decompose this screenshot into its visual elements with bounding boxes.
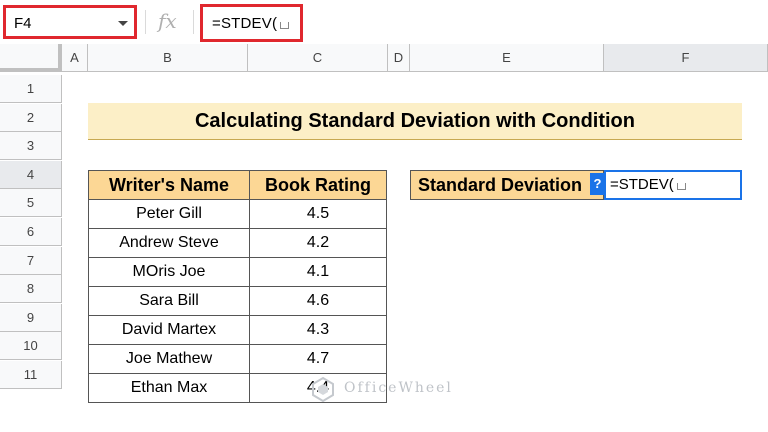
book-rating-cell[interactable]: 4.1 [249, 257, 387, 287]
column-header-f[interactable]: F [604, 44, 768, 72]
writer-name-cell[interactable]: Peter Gill [88, 199, 250, 229]
book-rating-cell[interactable]: 4.2 [249, 228, 387, 258]
active-cell-f4[interactable]: =STDEV( [604, 170, 742, 200]
formula-text: =STDEV( [212, 15, 278, 32]
table-header-row: Writer's Name Book Rating [88, 170, 387, 200]
writer-name-cell[interactable]: Andrew Steve [88, 228, 250, 258]
book-rating-cell[interactable]: 4.5 [249, 199, 387, 229]
writer-name-cell[interactable]: Sara Bill [88, 286, 250, 316]
column-header-a[interactable]: A [62, 44, 88, 72]
data-table: Writer's Name Book Rating Peter Gill 4.5 A… [88, 170, 387, 403]
table-row: Peter Gill 4.5 [88, 199, 387, 229]
row-header-10[interactable]: 10 [0, 332, 62, 361]
table-row: David Martex 4.3 [88, 315, 387, 345]
column-header-e[interactable]: E [410, 44, 604, 72]
fx-icon: fx [158, 9, 177, 33]
table-row: MOris Joe 4.1 [88, 257, 387, 287]
book-rating-cell[interactable]: 4.7 [249, 344, 387, 374]
chevron-down-icon[interactable] [118, 21, 128, 26]
row-header-9[interactable]: 9 [0, 303, 62, 332]
row-header-8[interactable]: 8 [0, 275, 62, 304]
writer-name-cell[interactable]: Joe Mathew [88, 344, 250, 374]
table-row: Andrew Steve 4.2 [88, 228, 387, 258]
name-box[interactable]: F4 [3, 5, 137, 39]
sheet-title: Calculating Standard Deviation with Cond… [88, 103, 742, 140]
row-header-7[interactable]: 7 [0, 246, 62, 275]
formula-input[interactable]: =STDEV( [200, 4, 303, 42]
header-book-rating[interactable]: Book Rating [249, 170, 387, 200]
book-rating-cell[interactable]: 4.6 [249, 286, 387, 316]
text-cursor-icon [280, 22, 290, 29]
header-writers-name[interactable]: Writer's Name [88, 170, 250, 200]
text-cursor-icon [676, 183, 686, 190]
column-header-b[interactable]: B [88, 44, 248, 72]
table-row: Ethan Max4.4 [88, 373, 387, 403]
table-row: Joe Mathew 4.7 [88, 344, 387, 374]
row-header-11[interactable]: 11 [0, 361, 62, 389]
watermark-text: OfficeWheel [344, 380, 453, 396]
divider [145, 10, 146, 34]
row-header-4[interactable]: 4 [0, 160, 62, 189]
officewheel-logo-icon [312, 376, 334, 402]
active-cell-text: =STDEV( [610, 176, 674, 193]
divider [193, 10, 194, 34]
name-box-value: F4 [14, 15, 32, 32]
column-header-d[interactable]: D [388, 44, 410, 72]
book-rating-cell[interactable]: 4.3 [249, 315, 387, 345]
standard-deviation-label[interactable]: Standard Deviation [410, 170, 604, 200]
row-header-3[interactable]: 3 [0, 132, 62, 161]
writer-name-cell[interactable]: Ethan Max [88, 373, 250, 403]
help-icon[interactable]: ? [590, 173, 605, 195]
select-all-corner[interactable] [0, 44, 62, 72]
row-header-6[interactable]: 6 [0, 218, 62, 246]
writer-name-cell[interactable]: MOris Joe [88, 257, 250, 287]
row-header-5[interactable]: 5 [0, 189, 62, 218]
formula-bar: F4 fx =STDEV( [0, 0, 768, 45]
writer-name-cell[interactable]: David Martex [88, 315, 250, 345]
table-row: Sara Bill 4.6 [88, 286, 387, 316]
row-header-2[interactable]: 2 [0, 103, 62, 132]
row-header-1[interactable]: 1 [0, 75, 62, 103]
column-header-c[interactable]: C [248, 44, 388, 72]
